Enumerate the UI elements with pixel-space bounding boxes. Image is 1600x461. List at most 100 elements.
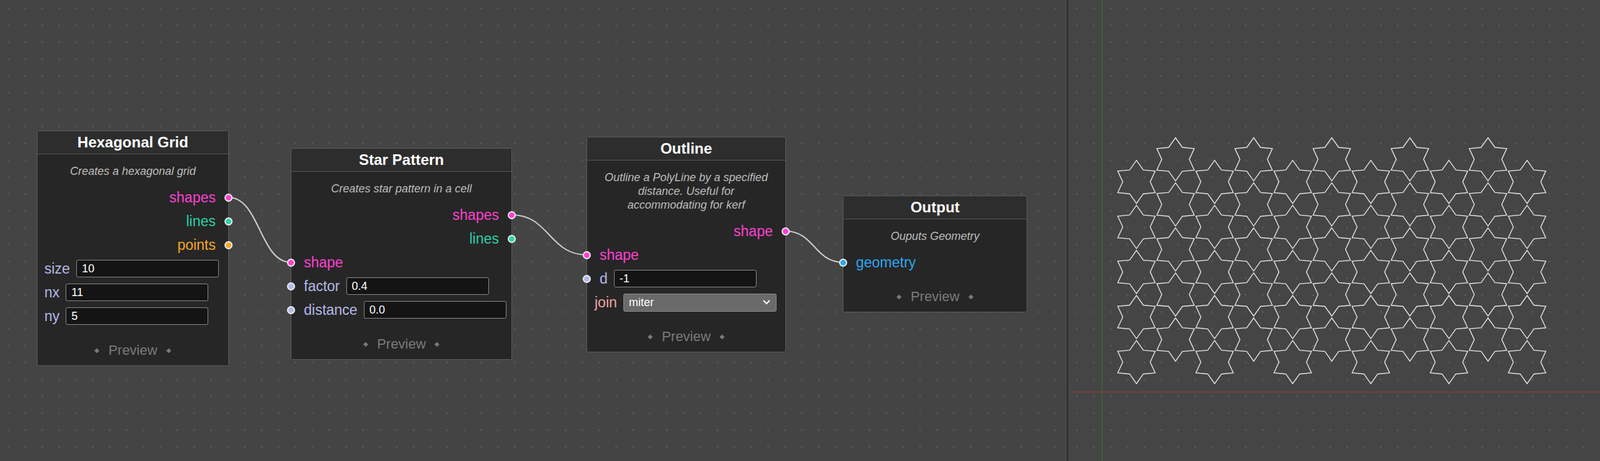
port-dot[interactable] [507,211,516,220]
star-shape [1469,228,1507,272]
output-port[interactable]: shape [587,219,786,244]
star-shape [1430,250,1469,294]
star-shape [1313,183,1351,227]
value-field[interactable] [65,307,209,326]
port-dot[interactable] [224,241,233,250]
select-value: miter [628,296,655,310]
star-shape [1391,273,1429,317]
port-dot[interactable] [839,258,848,267]
star-shape [1196,205,1234,249]
preview-label: Preview [661,329,711,345]
port-dot[interactable] [286,282,296,291]
star-shape [1313,318,1351,362]
output-port[interactable]: lines [37,209,229,234]
star-shape [1196,250,1234,294]
star-shape [1234,183,1273,227]
output-port[interactable]: shapes [37,185,229,210]
port-label: nx [44,284,60,302]
star-shape [1508,160,1546,204]
star-shape [1469,273,1507,317]
star-shape [1274,205,1312,249]
diamond-icon: ◆ [896,289,902,305]
value-field[interactable] [346,277,489,296]
value-field[interactable] [76,260,219,278]
port-label: size [44,260,71,278]
preview-label: Preview [910,289,960,305]
wire[interactable] [512,215,588,256]
geometry-viewer[interactable] [1068,0,1600,461]
input-port[interactable]: size [37,256,229,281]
port-dot[interactable] [582,275,591,284]
node-description: Creates a hexagonal grid [37,154,229,186]
value-field[interactable] [613,270,757,288]
port-label: points [177,236,216,254]
star-shape [1274,340,1312,384]
input-port[interactable]: geometry [843,250,1027,275]
star-shape [1274,160,1312,204]
input-port[interactable]: d [587,266,786,291]
node-title[interactable]: Star Pattern [291,148,512,172]
input-port[interactable]: factor [291,274,512,299]
node-title[interactable]: Outline [587,137,786,161]
value-field[interactable] [65,283,209,302]
star-shape [1469,183,1507,227]
input-port[interactable]: distance [291,298,512,323]
port-dot[interactable] [224,217,233,226]
star-shape [1117,160,1156,204]
node-title[interactable]: Output [843,196,1027,220]
diamond-icon: ◆ [968,289,974,305]
input-port[interactable]: joinmiter [587,290,786,315]
star-shape [1469,318,1507,362]
star-shape [1352,295,1390,339]
star-shape [1156,318,1195,362]
port-label: shape [303,254,344,272]
star-shape [1430,295,1469,339]
input-port[interactable]: shape [291,250,512,275]
input-port[interactable]: shape [587,243,786,267]
star-shape [1508,205,1546,249]
port-label: shapes [169,189,216,207]
star-shape [1196,340,1234,384]
port-dot[interactable] [286,258,296,267]
star-shape [1313,273,1351,317]
node-title[interactable]: Hexagonal Grid [37,131,229,155]
join-select[interactable]: miter [623,293,777,312]
port-dot[interactable] [286,306,296,315]
port-label: d [599,270,608,288]
output-port[interactable]: shapes [291,203,512,227]
input-port[interactable]: nx [37,280,229,305]
star-shape [1234,318,1273,362]
star-shape [1313,228,1351,272]
node-description: Creates star pattern in a cell [291,171,512,204]
value-field[interactable] [363,301,507,319]
preview-toggle[interactable]: ◆Preview◆ [37,328,229,366]
output-port[interactable]: points [37,233,229,257]
node-editor[interactable]: Hexagonal GridCreates a hexagonal grid sh… [0,0,1067,461]
output-port[interactable]: lines [291,226,512,251]
preview-toggle[interactable]: ◆Preview◆ [587,314,786,353]
port-dot[interactable] [224,193,233,202]
node[interactable]: Hexagonal GridCreates a hexagonal grid sh… [36,130,229,367]
diamond-icon: ◆ [94,343,100,359]
node[interactable]: OutputOuputs Geometrygeometry◆Preview◆ [842,195,1028,313]
wire[interactable] [228,197,292,263]
preview-toggle[interactable]: ◆Preview◆ [291,322,512,360]
wire[interactable] [785,231,844,263]
port-label: shape [599,246,639,264]
port-label: geometry [855,254,916,272]
port-dot[interactable] [781,227,790,236]
preview-toggle[interactable]: ◆ Preview ◆ [843,274,1027,312]
node[interactable]: OutlineOutline a PolyLine by a specified… [586,136,786,353]
star-shape [1117,205,1156,249]
star-shape [1274,250,1312,294]
port-dot[interactable] [582,251,591,260]
star-shape [1117,340,1156,384]
node[interactable]: Star PatternCreates star pattern in a ce… [290,148,513,361]
input-port[interactable]: ny [37,304,229,329]
port-label: factor [303,278,341,296]
star-shape [1508,250,1546,294]
port-dot[interactable] [507,235,516,244]
star-shape [1313,138,1351,182]
star-shape [1117,295,1156,339]
star-shape [1234,228,1273,272]
